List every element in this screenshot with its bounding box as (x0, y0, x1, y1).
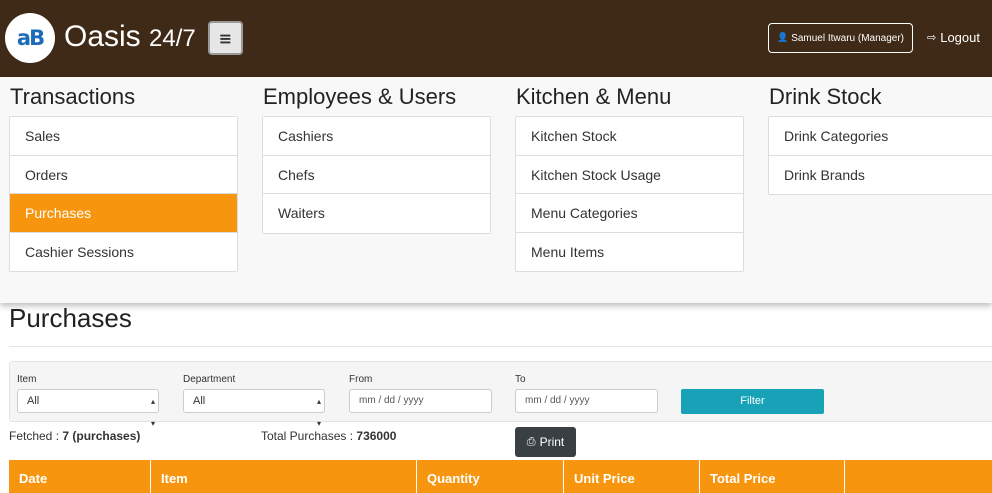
to-date-input[interactable]: mm / dd / yyyy (515, 389, 658, 413)
select-arrows-icon: ▴ ▾ (150, 397, 155, 428)
menu-toggle-button[interactable]: ≡ (208, 21, 243, 55)
menu-item-cashiers[interactable]: Cashiers (263, 117, 490, 156)
menu-section-kitchen: Kitchen & Menu Kitchen Stock Kitchen Sto… (515, 77, 744, 273)
menu-item-chefs[interactable]: Chefs (263, 155, 490, 195)
from-date-input[interactable]: mm / dd / yyyy (349, 389, 492, 413)
department-select-value: All (193, 395, 206, 407)
navigation-menu-panel: Transactions Sales Orders Purchases Cash… (0, 77, 992, 303)
menu-item-waiters[interactable]: Waiters (263, 194, 490, 233)
menu-item-menu-categories[interactable]: Menu Categories (516, 194, 743, 233)
menu-section-employees: Employees & Users Cashiers Chefs Waiters (262, 77, 491, 234)
department-filter-label: Department (183, 374, 236, 385)
total-value: 736000 (356, 429, 397, 443)
hamburger-icon: ≡ (218, 28, 233, 48)
menu-section-title: Kitchen & Menu (516, 84, 672, 109)
menu-list-kitchen: Kitchen Stock Kitchen Stock Usage Menu C… (515, 116, 744, 273)
total-prefix: Total Purchases : (261, 429, 354, 443)
logout-label: Logout (940, 30, 980, 45)
column-header-actions (845, 460, 992, 493)
column-header-item[interactable]: Item (151, 460, 417, 493)
menu-item-orders[interactable]: Orders (10, 155, 237, 195)
user-account-button[interactable]: 👤 Samuel Itwaru (Manager) (768, 23, 913, 53)
print-label: Print (539, 435, 565, 449)
from-date-label: From (349, 374, 373, 385)
user-icon: 👤 (776, 33, 789, 43)
logout-icon: ⇨ (927, 31, 937, 44)
title-divider (9, 346, 992, 347)
fetched-prefix: Fetched : (9, 429, 60, 443)
menu-section-title: Transactions (10, 84, 136, 109)
column-header-total-price[interactable]: Total Price (700, 460, 845, 493)
user-label: Samuel Itwaru (Manager) (791, 32, 905, 44)
purchases-table-header: Date Item Quantity Unit Price Total Pric… (9, 460, 992, 493)
menu-item-drink-categories[interactable]: Drink Categories (769, 117, 992, 156)
item-select-value: All (27, 395, 40, 407)
menu-item-sales[interactable]: Sales (10, 117, 237, 156)
page-title: Purchases (9, 303, 132, 333)
fetched-count: Fetched : 7 (purchases) (9, 429, 140, 443)
item-select[interactable]: All ▴ ▾ (17, 389, 159, 428)
column-header-unit-price[interactable]: Unit Price (564, 460, 700, 493)
menu-section-drinks: Drink Stock Drink Categories Drink Brand… (768, 77, 992, 196)
menu-item-kitchen-stock-usage[interactable]: Kitchen Stock Usage (516, 155, 743, 195)
app-suffix: 24/7 (149, 25, 196, 52)
menu-section-title: Drink Stock (769, 84, 882, 109)
to-date-label: To (515, 374, 526, 385)
department-select[interactable]: All ▴ ▾ (183, 389, 325, 428)
column-header-date[interactable]: Date (9, 460, 151, 493)
menu-section-title: Employees & Users (263, 84, 457, 109)
menu-item-purchases[interactable]: Purchases (10, 194, 237, 233)
total-purchases: Total Purchases : 736000 (261, 429, 396, 443)
app-title: Oasis 24/7 (64, 19, 196, 57)
printer-icon: ⎙ (526, 435, 536, 448)
menu-item-menu-items[interactable]: Menu Items (516, 232, 743, 272)
filter-panel: Item All ▴ ▾ Department All ▴ ▾ From mm / … (9, 361, 992, 428)
menu-list-transactions: Sales Orders Purchases Cashier Sessions (9, 116, 238, 273)
app-name: Oasis (64, 20, 141, 53)
filter-button[interactable]: Filter (681, 389, 824, 414)
fetched-value: 7 (purchases) (62, 429, 141, 443)
top-navbar: aB Oasis 24/7 ≡ 👤 Samuel Itwaru (Manager… (0, 0, 992, 77)
menu-item-kitchen-stock[interactable]: Kitchen Stock (516, 117, 743, 156)
menu-list-employees: Cashiers Chefs Waiters (262, 116, 491, 234)
item-filter-label: Item (17, 374, 37, 385)
logo-text: aB (16, 26, 45, 50)
column-header-quantity[interactable]: Quantity (417, 460, 564, 493)
print-button[interactable]: ⎙ Print (515, 427, 576, 457)
app-logo[interactable]: aB (5, 13, 55, 63)
menu-item-drink-brands[interactable]: Drink Brands (769, 155, 992, 195)
menu-item-cashier-sessions[interactable]: Cashier Sessions (10, 232, 237, 272)
logout-link[interactable]: ⇨ Logout (927, 30, 980, 45)
menu-section-transactions: Transactions Sales Orders Purchases Cash… (9, 77, 238, 273)
menu-list-drinks: Drink Categories Drink Brands (768, 116, 992, 196)
